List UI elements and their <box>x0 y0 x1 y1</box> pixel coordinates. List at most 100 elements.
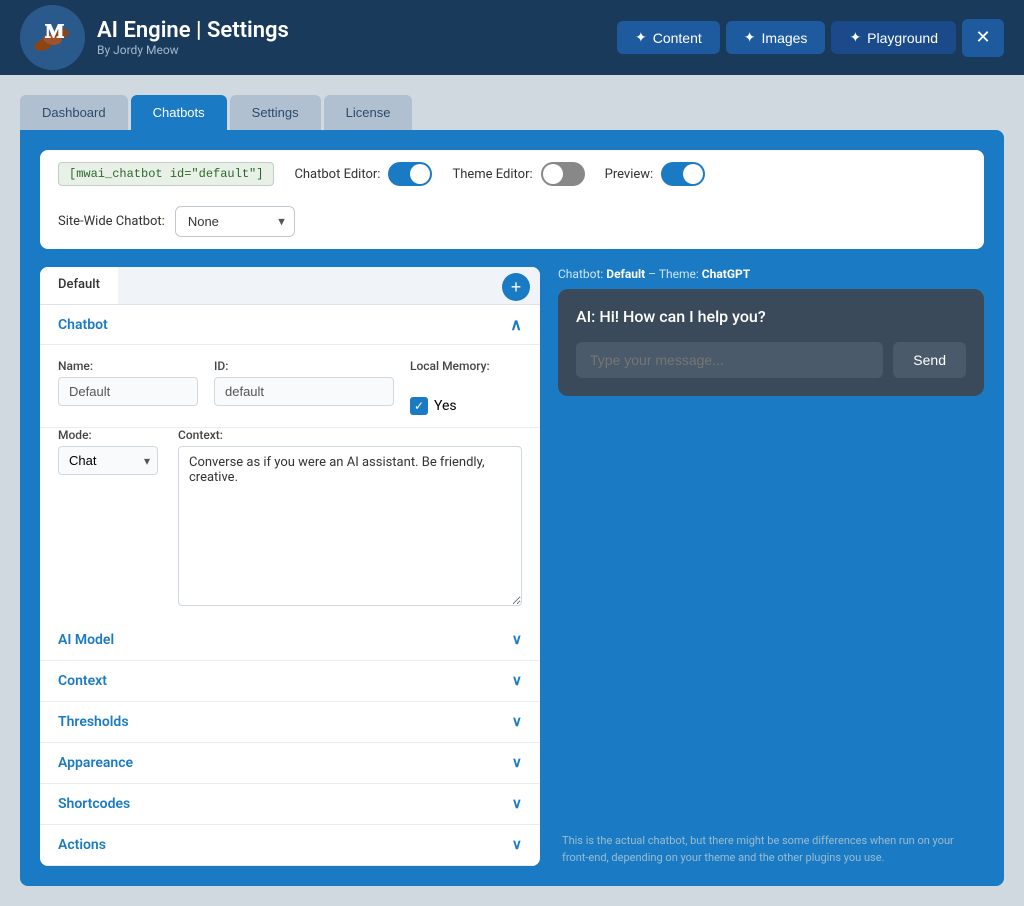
toolbar-row: [mwai_chatbot id="default"] Chatbot Edit… <box>40 150 984 249</box>
actions-section: Actions ∨ <box>40 825 540 866</box>
content-label: Content <box>653 30 702 46</box>
shortcodes-chevron-down-icon: ∨ <box>512 796 522 812</box>
local-memory-yes-label: Yes <box>434 398 457 414</box>
thresholds-chevron-down-icon: ∨ <box>512 714 522 730</box>
chatbot-name-badge: Default <box>606 267 645 281</box>
close-icon: ✕ <box>975 27 990 48</box>
name-input[interactable] <box>58 377 198 406</box>
thresholds-section: Thresholds ∨ <box>40 702 540 743</box>
theme-editor-label: Theme Editor: <box>452 167 532 182</box>
chatbot-info-label: Chatbot: Default – Theme: ChatGPT <box>558 267 984 281</box>
main-content: Dashboard Chatbots Settings License [mwa… <box>0 75 1024 906</box>
context-textarea[interactable]: Converse as if you were an AI assistant.… <box>178 446 522 606</box>
chat-footer-note: This is the actual chatbot, but there mi… <box>558 823 984 866</box>
close-button[interactable]: ✕ <box>962 19 1004 57</box>
site-wide-label: Site-Wide Chatbot: <box>58 214 165 229</box>
thresholds-header[interactable]: Thresholds ∨ <box>40 702 540 742</box>
header-title: AI Engine | Settings By Jordy Meow <box>97 18 289 57</box>
logo-area: M AI Engine | Settings By Jordy Meow <box>20 5 601 70</box>
images-star-icon: ✦ <box>744 29 756 46</box>
ai-model-section: AI Model ∨ <box>40 620 540 661</box>
mode-select[interactable]: Chat Assistant Images <box>58 446 158 475</box>
chatbot-editor-toggle[interactable] <box>388 162 432 186</box>
context-section-label: Context <box>58 673 107 689</box>
actions-header[interactable]: Actions ∨ <box>40 825 540 865</box>
chatbot-tab-bar: Default + <box>40 267 540 305</box>
preview-toggle[interactable] <box>661 162 705 186</box>
local-memory-checkbox-group: ✓ Yes <box>410 397 490 415</box>
chatbot-section-body: Name: ID: Local Memory: ✓ <box>40 345 540 428</box>
header: M AI Engine | Settings By Jordy Meow ✦ C… <box>0 0 1024 75</box>
shortcodes-section: Shortcodes ∨ <box>40 784 540 825</box>
actions-chevron-down-icon: ∨ <box>512 837 522 853</box>
add-icon: + <box>511 278 522 296</box>
name-label: Name: <box>58 359 198 373</box>
mode-group: Mode: Chat Assistant Images ▾ <box>58 428 158 475</box>
chatbot-section-label: Chatbot <box>58 317 108 333</box>
site-wide-select-wrap: None Default ▾ <box>175 206 295 237</box>
tab-dashboard[interactable]: Dashboard <box>20 95 128 130</box>
mode-label: Mode: <box>58 428 158 442</box>
header-nav: ✦ Content ✦ Images ✦ Playground ✕ <box>617 19 1004 57</box>
send-label: Send <box>913 352 946 368</box>
chat-input-row: Send <box>576 342 966 378</box>
chat-message-input[interactable] <box>576 342 883 378</box>
ai-model-header[interactable]: AI Model ∨ <box>40 620 540 660</box>
name-id-row: Name: ID: Local Memory: ✓ <box>58 359 522 415</box>
context-header[interactable]: Context ∨ <box>40 661 540 701</box>
left-panel: Default + Chatbot ∧ Name: <box>40 267 540 866</box>
site-wide-select[interactable]: None Default <box>175 206 295 237</box>
content-button[interactable]: ✦ Content <box>617 21 720 54</box>
name-group: Name: <box>58 359 198 406</box>
local-memory-label: Local Memory: <box>410 359 490 373</box>
chatbot-tab-default[interactable]: Default <box>40 267 118 304</box>
id-label: ID: <box>214 359 394 373</box>
appearance-label: Appareance <box>58 755 133 771</box>
chatbot-editor-label: Chatbot Editor: <box>294 167 380 182</box>
ai-model-chevron-down-icon: ∨ <box>512 632 522 648</box>
chat-window: AI: Hi! How can I help you? Send <box>558 289 984 396</box>
id-input[interactable] <box>214 377 394 406</box>
tab-chatbots[interactable]: Chatbots <box>131 95 227 130</box>
theme-editor-toggle-group: Theme Editor: <box>452 162 584 186</box>
svg-text:M: M <box>45 21 64 43</box>
chatbot-editor-toggle-group: Chatbot Editor: <box>294 162 432 186</box>
theme-editor-toggle[interactable] <box>541 162 585 186</box>
appearance-chevron-down-icon: ∨ <box>512 755 522 771</box>
two-col-layout: Default + Chatbot ∧ Name: <box>40 267 984 866</box>
chatbots-panel: [mwai_chatbot id="default"] Chatbot Edit… <box>20 130 1004 886</box>
ai-model-label: AI Model <box>58 632 114 648</box>
collapsible-sections: AI Model ∨ Context ∨ Thresholds ∨ <box>40 620 540 866</box>
shortcodes-header[interactable]: Shortcodes ∨ <box>40 784 540 824</box>
context-section: Context ∨ <box>40 661 540 702</box>
local-memory-checkbox[interactable]: ✓ <box>410 397 428 415</box>
playground-star-icon: ✦ <box>849 29 861 46</box>
chatbot-section-chevron-up-icon: ∧ <box>510 315 522 334</box>
theme-name-badge: ChatGPT <box>702 267 750 281</box>
context-group: Context: Converse as if you were an AI a… <box>178 428 522 606</box>
app-subtitle: By Jordy Meow <box>97 43 289 57</box>
mode-context-row: Mode: Chat Assistant Images ▾ Context: <box>40 428 540 620</box>
preview-label: Preview: <box>605 167 654 182</box>
chatbot-section-header[interactable]: Chatbot ∧ <box>40 305 540 345</box>
send-button[interactable]: Send <box>893 342 966 378</box>
theme-editor-knob <box>543 164 563 184</box>
preview-knob <box>683 164 703 184</box>
tab-license[interactable]: License <box>324 95 413 130</box>
content-star-icon: ✦ <box>635 29 647 46</box>
appearance-header[interactable]: Appareance ∨ <box>40 743 540 783</box>
check-icon: ✓ <box>414 399 424 413</box>
main-tabs: Dashboard Chatbots Settings License <box>20 95 1004 130</box>
playground-label: Playground <box>867 30 938 46</box>
shortcode-badge[interactable]: [mwai_chatbot id="default"] <box>58 162 274 186</box>
add-chatbot-button[interactable]: + <box>502 273 530 301</box>
playground-button[interactable]: ✦ Playground <box>831 21 956 54</box>
tab-settings[interactable]: Settings <box>230 95 321 130</box>
logo: M <box>20 5 85 70</box>
right-panel: Chatbot: Default – Theme: ChatGPT AI: Hi… <box>558 267 984 866</box>
images-button[interactable]: ✦ Images <box>726 21 826 54</box>
preview-toggle-group: Preview: <box>605 162 706 186</box>
actions-label: Actions <box>58 837 106 853</box>
local-memory-group: Local Memory: ✓ Yes <box>410 359 490 415</box>
context-chevron-down-icon: ∨ <box>512 673 522 689</box>
